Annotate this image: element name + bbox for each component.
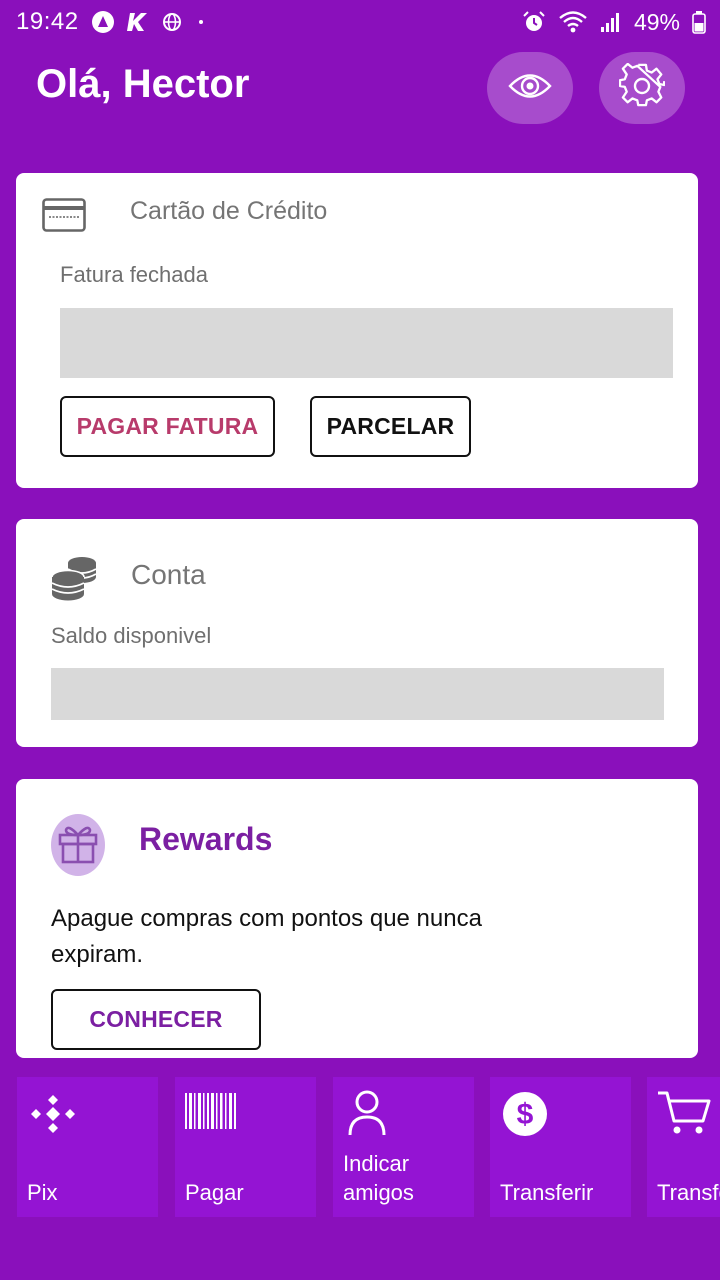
balance-label: Saldo disponivel xyxy=(51,623,212,648)
app-notification-icon xyxy=(91,10,115,34)
shortcut-pay[interactable]: Pagar xyxy=(175,1077,316,1217)
learn-more-label: CONHECER xyxy=(89,1006,223,1032)
dollar-icon: $ xyxy=(502,1091,548,1142)
globe-icon xyxy=(161,11,183,33)
status-right: 49% xyxy=(522,9,706,36)
shortcut-pix[interactable]: Pix xyxy=(17,1077,158,1217)
installment-button[interactable]: PARCELAR xyxy=(310,396,471,457)
barcode-icon xyxy=(185,1089,237,1138)
learn-more-button[interactable]: CONHECER xyxy=(51,989,261,1050)
status-left: 19:42 xyxy=(16,8,207,36)
shortcut-transfer-2[interactable]: Transferir xyxy=(647,1077,720,1217)
person-icon xyxy=(347,1089,387,1142)
k-app-icon xyxy=(126,11,149,33)
shortcut-bar: Pix Pagar Indicar amigos $ Transferir Tr… xyxy=(0,1077,720,1219)
status-bar: 19:42 49% xyxy=(0,0,720,44)
dot-icon xyxy=(195,16,207,28)
gear-icon xyxy=(618,62,666,114)
svg-text:$: $ xyxy=(517,1098,534,1131)
shortcut-refer-friends[interactable]: Indicar amigos xyxy=(333,1077,474,1217)
shortcut-label: Pix xyxy=(27,1180,58,1205)
battery-percent: 49% xyxy=(633,8,680,35)
credit-card-icon xyxy=(42,198,86,237)
shortcut-label: Indicar amigos xyxy=(343,1151,414,1205)
shortcut-transfer[interactable]: $ Transferir xyxy=(490,1077,631,1217)
signal-icon xyxy=(600,10,622,34)
gift-icon xyxy=(56,822,100,869)
shortcut-label: Pagar xyxy=(185,1180,244,1205)
rewards-description: Apague compras com pontos que nunca expi… xyxy=(51,905,482,968)
header: Olá, Hector xyxy=(0,44,720,134)
toggle-visibility-button[interactable] xyxy=(487,52,573,124)
alarm-icon xyxy=(522,10,546,34)
credit-card-title: Cartão de Crédito xyxy=(130,197,328,225)
pay-invoice-button[interactable]: PAGAR FATURA xyxy=(60,396,275,457)
installment-label: PARCELAR xyxy=(326,413,455,439)
invoice-status-label: Fatura fechada xyxy=(60,262,208,287)
rewards-section: Rewards Apague compras com pontos que nu… xyxy=(16,779,698,1058)
cart-icon xyxy=(657,1089,711,1142)
credit-card-section: Cartão de Crédito Fatura fechada PAGAR F… xyxy=(16,173,698,488)
eye-icon xyxy=(508,71,552,106)
greeting-title: Olá, Hector xyxy=(36,62,250,106)
settings-button[interactable] xyxy=(599,52,685,124)
battery-icon xyxy=(692,10,706,34)
gift-icon-wrapper xyxy=(51,814,105,876)
pay-invoice-label: PAGAR FATURA xyxy=(76,413,259,439)
rewards-title: Rewards xyxy=(139,821,273,857)
shortcut-label: Transferir xyxy=(500,1180,594,1205)
pix-icon xyxy=(30,1093,76,1140)
status-time: 19:42 xyxy=(16,8,79,35)
wifi-icon xyxy=(558,10,588,34)
invoice-value-placeholder xyxy=(60,308,673,378)
account-title: Conta xyxy=(131,559,206,590)
balance-value-placeholder xyxy=(51,668,664,720)
coins-icon xyxy=(50,555,98,606)
account-section: Conta Saldo disponivel xyxy=(16,519,698,747)
shortcut-label: Transferir xyxy=(657,1180,720,1205)
